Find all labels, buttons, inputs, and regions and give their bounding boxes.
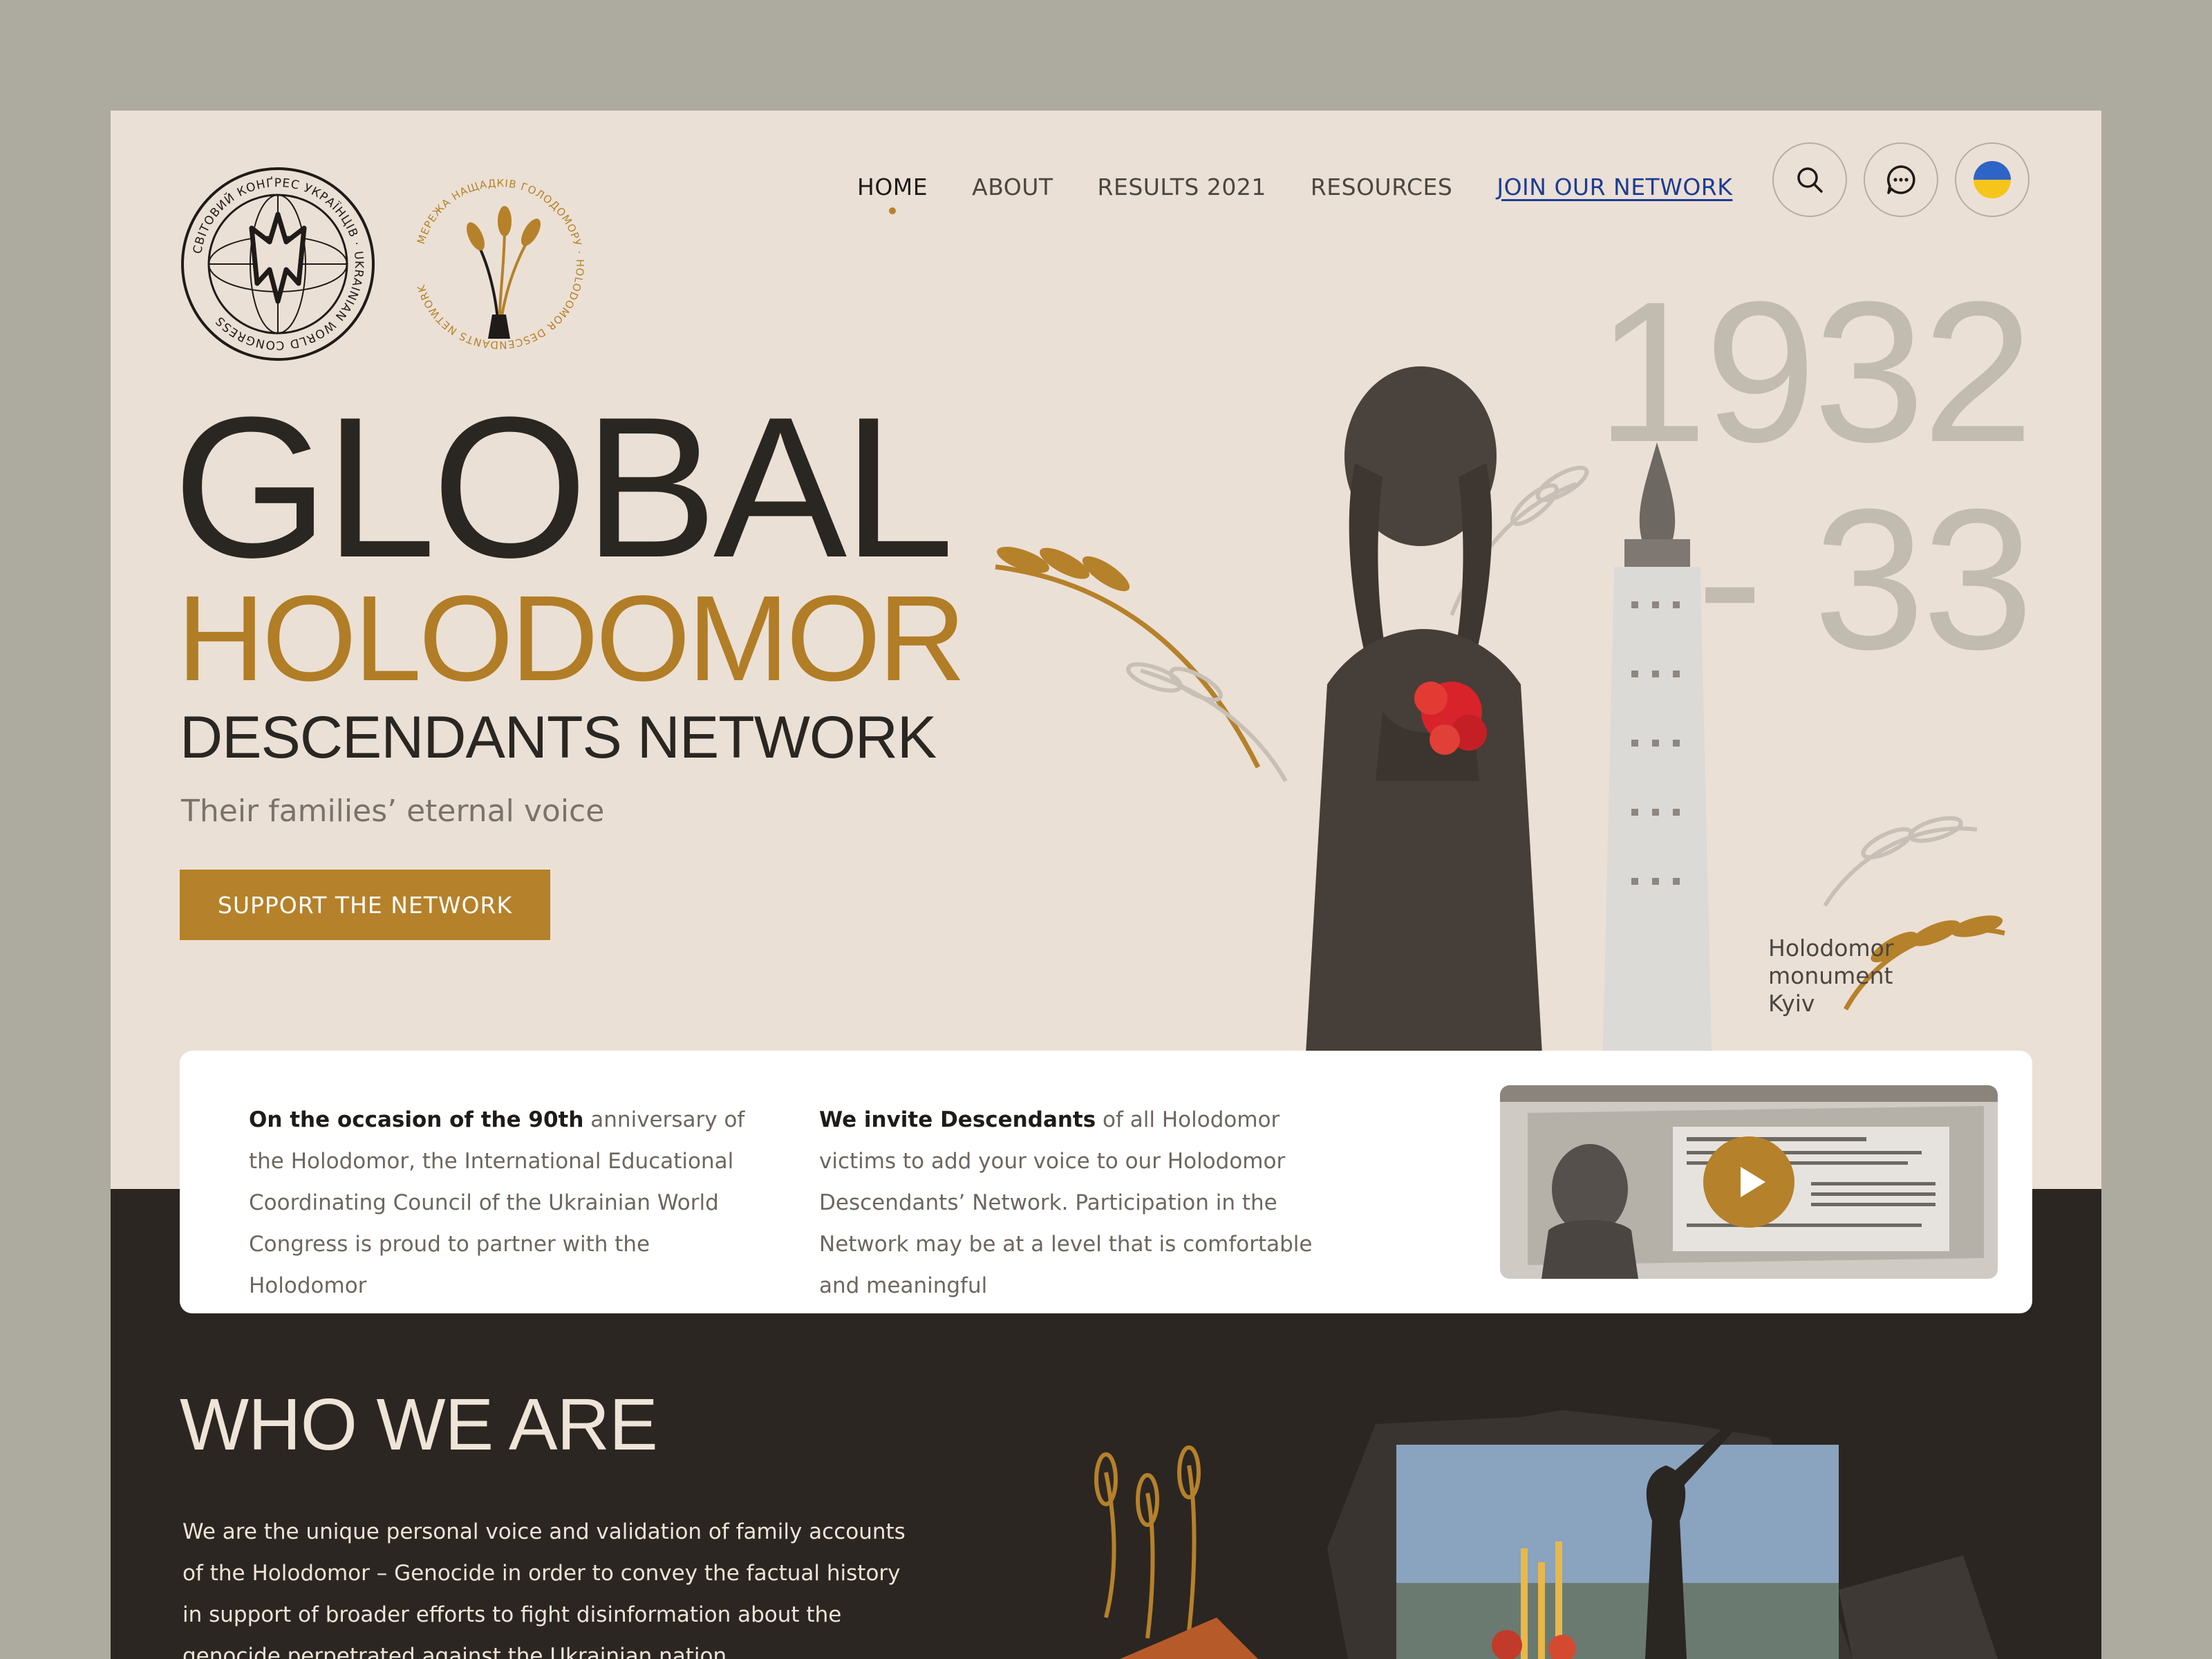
support-the-network-button[interactable]: SUPPORT THE NETWORK xyxy=(180,870,550,940)
nav-resources[interactable]: RESOURCES xyxy=(1311,174,1452,200)
holodomor-monument-illustration xyxy=(995,366,2005,1161)
nav-join-our-network[interactable]: JOIN OUR NETWORK xyxy=(1497,174,1732,200)
main-nav: HOME ABOUT RESULTS 2021 RESOURCES JOIN O… xyxy=(857,165,1777,214)
holodomor-descendants-network-logo[interactable]: МЕРЕЖА НАЩАДКІВ ГОЛОДОМОРУ · HOLODOMOR D… xyxy=(401,166,597,362)
search-button[interactable] xyxy=(1772,142,1847,217)
wheat-ear-icon xyxy=(1094,1445,1201,1639)
page-frame: СВІТОВИЙ КОНҐРЕС УКРАЇНЦІВ · UKRAINIAN W… xyxy=(111,111,2101,1659)
nav-about[interactable]: ABOUT xyxy=(972,174,1053,200)
tryzub-icon xyxy=(249,212,307,304)
hero-title-holodomor: HOLODOMOR xyxy=(177,571,966,706)
chat-button[interactable] xyxy=(1864,142,1938,217)
who-we-are-heading: WHO WE ARE xyxy=(180,1384,658,1465)
nav-results-2021[interactable]: RESULTS 2021 xyxy=(1098,174,1266,200)
ukrainian-world-congress-logo[interactable]: СВІТОВИЙ КОНҐРЕС УКРАЇНЦІВ · UKRAINIAN W… xyxy=(180,166,376,362)
invite-text: We invite Descendants of all Holodomor v… xyxy=(819,1107,1313,1298)
intro-card: On the occasion of the 90th anniversary … xyxy=(180,1051,2032,1313)
language-button[interactable] xyxy=(1955,142,2030,217)
wheat-bundle-icon xyxy=(467,206,541,339)
hero-tagline: Their families’ eternal voice xyxy=(181,794,605,829)
who-we-are-text: We are the unique personal voice and val… xyxy=(182,1519,906,1659)
hero-title-descendants-network: DESCENDANTS NETWORK xyxy=(180,704,937,771)
monument-silhouette xyxy=(1645,1465,1687,1659)
ukraine-flag-icon xyxy=(1974,161,2011,198)
chat-icon xyxy=(1887,165,1915,194)
nav-home[interactable]: HOME xyxy=(857,174,928,214)
play-icon[interactable] xyxy=(1702,1135,1796,1229)
monument-caption: Holodomor monument Kyiv xyxy=(1768,935,1894,1017)
video-player[interactable] xyxy=(1500,1085,1998,1279)
wheat-ear-outline-icon xyxy=(1126,465,1978,907)
anniversary-text: On the occasion of the 90th anniversary … xyxy=(249,1107,745,1298)
hero-title-global: GLOBAL xyxy=(173,375,955,599)
girl-statue xyxy=(1300,366,1548,1161)
who-we-are-collage xyxy=(1094,1410,1998,1659)
search-icon xyxy=(1797,167,1823,193)
